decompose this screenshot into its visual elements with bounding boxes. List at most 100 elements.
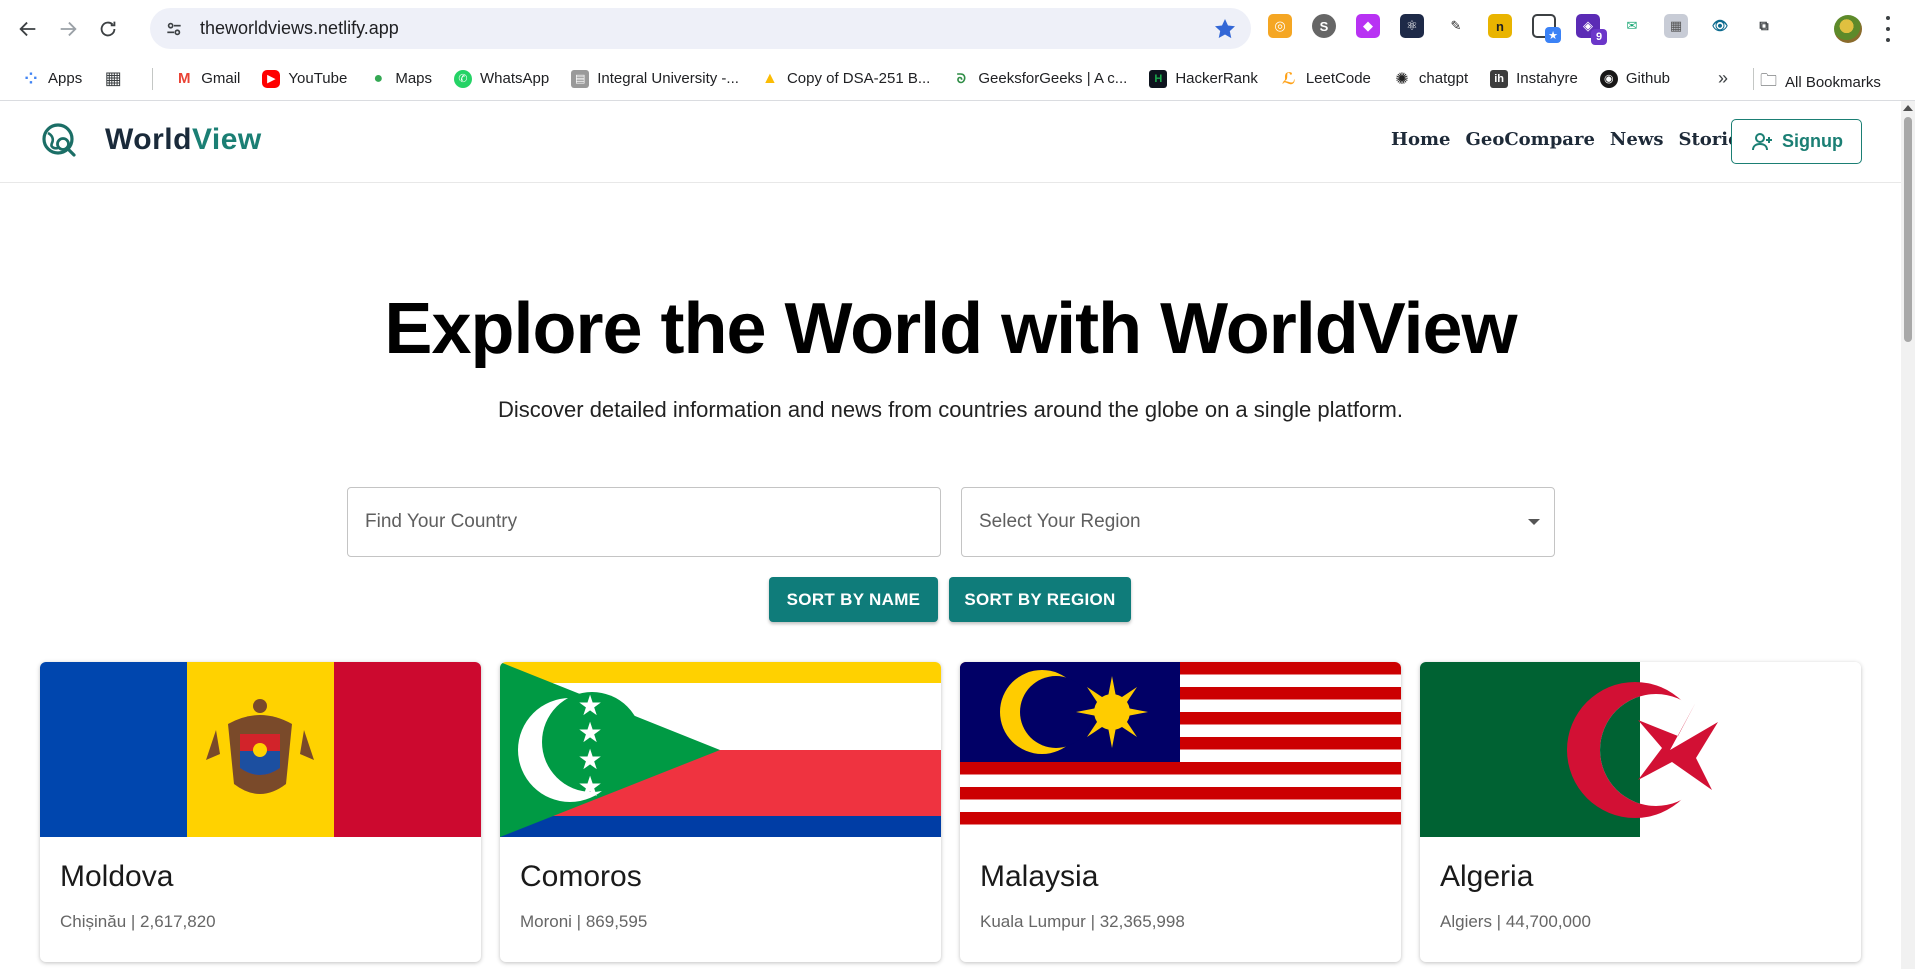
forward-arrow-icon[interactable] [48,9,88,49]
bookmark-label: WhatsApp [480,70,550,87]
bookmark-item[interactable]: ▶ YouTube [262,69,348,88]
nav-geocompare[interactable]: GeoCompare [1466,129,1595,150]
bookmark-item[interactable]: H HackerRank [1149,69,1258,88]
browser-menu-icon[interactable] [1884,16,1892,42]
bookmark-item[interactable]: ⁘ Apps [22,70,82,88]
bookmark-label: Integral University -... [597,70,739,87]
bookmark-label: YouTube [288,70,348,87]
hero-subtitle: Discover detailed information and news f… [498,397,1403,422]
algeria-flag [1420,662,1861,837]
bookmark-item[interactable]: ● Maps [369,70,432,88]
color-picker-icon[interactable]: ✎ [1444,14,1468,38]
extension-badge: 9 [1591,29,1607,45]
logo-accent-text: View [191,123,262,156]
bookmark-item[interactable]: ℒ LeetCode [1280,70,1371,88]
bookmark-star-icon[interactable] [1213,17,1237,41]
bookmark-item[interactable]: ᘐ GeeksforGeeks | A c... [952,70,1128,88]
tab-groups-icon[interactable]: ▦ [104,68,130,88]
extension-icon[interactable]: ◈ 9 [1576,14,1607,45]
hackerrank-icon: H [1149,69,1168,88]
browser-toolbar: theworldviews.netlify.app ◎ S ◆ ⚛ ✎ n ★ … [0,0,1915,57]
all-bookmarks-label: All Bookmarks [1785,74,1881,91]
sort-by-region-button[interactable]: SORT BY REGION [949,577,1131,622]
address-bar[interactable]: theworldviews.netlify.app [150,8,1251,49]
leetcode-icon: ℒ [1281,70,1296,88]
bookmark-label: Apps [48,70,83,87]
bookmark-item[interactable]: M Gmail [175,70,240,88]
eye-extension-icon[interactable]: 👁 [1708,14,1732,38]
bookmark-label: chatgpt [1418,70,1469,87]
extension-icon[interactable]: ★ [1532,14,1561,43]
more-bookmarks-chevron-icon[interactable]: » [1718,68,1728,89]
scroll-up-arrow-icon[interactable] [1901,101,1915,115]
bookmark-item[interactable]: ▤ Integral University -... [571,69,739,88]
scrollbar-thumb[interactable] [1904,117,1912,342]
signup-button[interactable]: Signup [1731,119,1862,164]
signup-label: Signup [1782,131,1843,151]
country-card[interactable]: Algeria Algiers | 44,700,000 [1420,662,1861,962]
bookmark-label: Instahyre [1516,70,1578,87]
country-card[interactable]: Malaysia Kuala Lumpur | 32,365,998 [960,662,1401,962]
gmail-icon: M [177,70,191,87]
bookmark-label: Gmail [201,70,241,87]
site-header: WorldView Home GeoCompare News Stories S… [0,101,1901,183]
region-select[interactable]: Select Your Region [961,487,1555,557]
extension-icon[interactable]: ◎ [1268,14,1292,38]
moldova-flag [40,662,481,837]
nav-news[interactable]: News [1610,129,1664,150]
search-placeholder: Find Your Country [365,511,518,532]
country-name: Algeria [1440,860,1534,893]
add-user-icon [1752,132,1772,150]
bookmark-item[interactable]: ✆ WhatsApp [454,69,550,88]
react-devtools-icon[interactable]: ⚛ [1400,14,1424,38]
hero-title: Explore the World with WorldView [384,289,1517,369]
apps-grid-icon: ⁘ [24,70,38,88]
extension-icon[interactable]: ✉ [1620,14,1644,38]
extension-icon[interactable]: ▦ [1664,14,1688,38]
bookmark-separator [1753,68,1754,90]
country-capital-population: Moroni | 869,595 [520,912,648,931]
extension-icon[interactable]: n [1488,14,1512,38]
country-card[interactable]: Moldova Chișinău | 2,617,820 [40,662,481,962]
country-name: Comoros [520,860,642,893]
maps-pin-icon: ● [373,69,384,87]
whatsapp-icon: ✆ [454,69,473,88]
bookmark-label: Maps [395,70,433,87]
site-logo[interactable]: WorldView [105,123,262,157]
bookmark-label: LeetCode [1305,70,1371,87]
country-card[interactable]: ★ ★ ★ ★ Comoros Moroni | 869,595 [500,662,941,962]
extension-icon[interactable]: S [1312,14,1336,38]
extension-icon[interactable]: ◆ [1356,14,1380,38]
logo-main-text: World [105,123,192,156]
svg-text:★: ★ [577,771,602,802]
extensions-puzzle-icon[interactable]: ⧉ [1752,14,1776,38]
bookmark-item[interactable]: ◉ Github [1599,69,1671,88]
youtube-icon: ▶ [262,69,281,88]
bookmark-item[interactable]: ✺ chatgpt [1393,70,1468,88]
reload-icon[interactable] [88,9,128,49]
dropdown-caret-icon [1528,519,1540,525]
bookmark-item[interactable]: ih Instahyre [1490,69,1578,88]
instahyre-icon: ih [1490,69,1509,88]
country-search-input[interactable]: Find Your Country [347,487,941,557]
sort-by-name-button[interactable]: SORT BY NAME [769,577,938,622]
bookmark-item[interactable]: ▲ Copy of DSA-251 B... [761,70,930,88]
grid-icon: ▦ [104,68,122,88]
page-scrollbar[interactable] [1901,101,1915,969]
country-capital-population: Chișinău | 2,617,820 [60,912,216,931]
bookmark-separator [152,67,154,90]
url-text[interactable]: theworldviews.netlify.app [200,18,399,39]
profile-avatar[interactable] [1834,15,1862,43]
geeksforgeeks-icon: ᘐ [956,70,966,86]
site-nav: Home GeoCompare News Stories [1391,129,1765,150]
all-bookmarks-button[interactable]: 🗀 All Bookmarks [1760,68,1881,97]
web-page: WorldView Home GeoCompare News Stories S… [0,101,1901,969]
nav-home[interactable]: Home [1391,129,1451,150]
globe-search-logo-icon[interactable] [40,121,80,161]
bookmark-label: HackerRank [1175,70,1258,87]
site-info-icon[interactable] [164,19,184,39]
comoros-flag: ★ ★ ★ ★ [500,662,941,837]
country-capital-population: Kuala Lumpur | 32,365,998 [980,912,1185,931]
back-arrow-icon[interactable] [8,9,48,49]
bookmark-label: Github [1625,70,1671,87]
